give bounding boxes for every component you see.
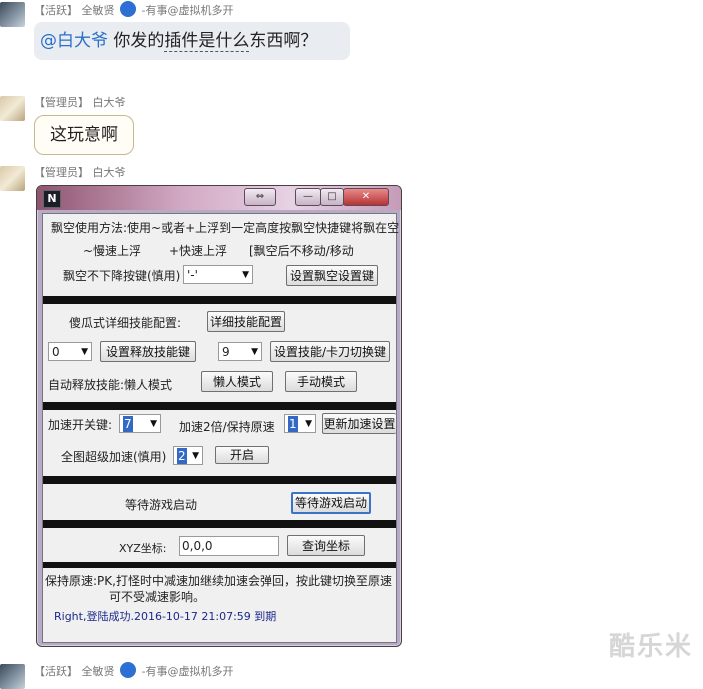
speed-switch-label: 加速开关键:	[48, 418, 113, 432]
close-icon[interactable]: ✕	[343, 188, 389, 206]
divider	[43, 402, 396, 410]
speed-switch-select[interactable]: 7 ▼	[119, 414, 161, 433]
message-text: 你发的	[108, 31, 165, 51]
speed-double-value: 1	[288, 416, 298, 432]
sender-name[interactable]: 白大爷	[93, 166, 126, 179]
divider	[43, 562, 396, 568]
skill-config-title: 傻瓜式详细技能配置:	[69, 316, 182, 330]
sender-name[interactable]: 全敏贤	[82, 665, 115, 678]
set-switch-key-button[interactable]: 设置技能/卡刀切换键	[270, 341, 390, 362]
app-icon: N	[43, 190, 61, 208]
speed-double-select[interactable]: 1 ▼	[284, 414, 316, 433]
chevron-down-icon: ▼	[251, 347, 258, 357]
chevron-down-icon: ▼	[81, 347, 88, 357]
sender-line: 【活跃】 全敏贤 -有事@虚拟机多开	[34, 1, 233, 18]
window-titlebar: N ⇔ — □ ✕	[37, 186, 401, 210]
divider	[43, 476, 396, 484]
restore-icon[interactable]: ⇔	[244, 188, 276, 206]
message-bubble: @白大爷 你发的插件是什么东西啊？	[34, 22, 350, 60]
query-coord-button[interactable]: 查询坐标	[287, 535, 365, 556]
smiley-icon	[120, 662, 136, 678]
release-key-select[interactable]: 0 ▼	[48, 342, 92, 361]
smiley-icon	[120, 1, 136, 17]
window-client: 飘空使用方法:使用~或者+上浮到一定高度按飘空快捷键将飘在空 ~慢速上浮 +快速…	[42, 213, 400, 643]
update-speed-button[interactable]: 更新加速设置	[322, 413, 396, 434]
speed-note-line1: 保持原速:PK,打怪时中减速加继续加速会弹回，按此键切换至原速	[45, 574, 392, 588]
sender-line: 【管理员】 白大爷	[34, 164, 126, 180]
float-hotkey-value: '-'	[187, 268, 198, 282]
start-speed-button[interactable]: 开启	[215, 446, 269, 464]
global-speed-select[interactable]: 2 ▼	[173, 446, 203, 465]
chevron-down-icon: ▼	[242, 270, 249, 280]
detail-skill-config-button[interactable]: 详细技能配置	[207, 311, 285, 332]
divider	[43, 520, 396, 528]
member-tag: 【管理员】	[34, 96, 89, 109]
divider	[43, 296, 396, 304]
wait-game-button[interactable]: 等待游戏启动	[291, 492, 371, 514]
chevron-down-icon: ▼	[305, 419, 312, 429]
sender-name[interactable]: 白大爷	[93, 96, 126, 109]
speed-note-line2: 可不受减速影响。	[109, 590, 206, 604]
float-usage-text: 飘空使用方法:使用~或者+上浮到一定高度按飘空快捷键将飘在空	[51, 221, 400, 235]
manual-mode-button[interactable]: 手动模式	[285, 371, 357, 392]
site-watermark: 酷乐米	[608, 632, 693, 662]
global-speed-label: 全图超级加速(慎用)	[61, 450, 167, 464]
global-speed-value: 2	[177, 448, 187, 464]
auto-release-label: 自动释放技能:懒人模式	[48, 378, 173, 392]
chevron-down-icon: ▼	[192, 451, 199, 461]
message-text-tail: 东西啊？	[249, 31, 318, 51]
sender-line: 【管理员】 白大爷	[34, 94, 126, 110]
avatar[interactable]	[0, 2, 25, 27]
minimize-icon[interactable]: —	[295, 188, 321, 206]
sender-remark: -有事@虚拟机多开	[141, 4, 234, 17]
set-release-key-button[interactable]: 设置释放技能键	[100, 341, 196, 362]
speed-switch-value: 7	[123, 416, 133, 432]
set-float-key-button[interactable]: 设置飘空设置键	[286, 265, 378, 286]
float-hotkey-select[interactable]: '-' ▼	[183, 265, 253, 284]
speed-double-label: 加速2倍/保持原速	[179, 420, 275, 434]
switch-key-value: 9	[222, 345, 230, 359]
xyz-coord-label: XYZ坐标:	[119, 542, 167, 555]
app-window-screenshot[interactable]: N ⇔ — □ ✕ 飘空使用方法:使用~或者+上浮到一定高度按飘空快捷键将飘在空…	[36, 185, 402, 647]
switch-key-select[interactable]: 9 ▼	[218, 342, 262, 361]
xyz-coord-field[interactable]: 0,0,0	[179, 536, 279, 556]
after-float-text: [飘空后不移动/移动	[249, 244, 354, 258]
fast-up-text: +快速上浮	[169, 244, 228, 258]
sender-remark: -有事@虚拟机多开	[141, 665, 234, 678]
login-status-text: Right,登陆成功.2016-10-17 21:07:59 到期	[54, 610, 277, 623]
member-tag: 【管理员】	[34, 166, 89, 179]
float-hotkey-label: 飘空不下降按键(慎用)	[63, 269, 181, 283]
slow-up-text: ~慢速上浮	[83, 244, 142, 258]
release-key-value: 0	[52, 345, 60, 359]
member-tag: 【活跃】	[34, 665, 78, 678]
game-status-label: 等待游戏启动	[125, 498, 198, 512]
chevron-down-icon: ▼	[150, 419, 157, 429]
avatar[interactable]	[0, 664, 25, 689]
message-keyword[interactable]: 插件是什么	[164, 31, 250, 52]
maximize-icon[interactable]: □	[320, 188, 344, 206]
avatar[interactable]	[0, 166, 25, 191]
avatar[interactable]	[0, 96, 25, 121]
mention-link[interactable]: @白大爷	[40, 31, 108, 51]
message-bubble: 这玩意啊	[34, 115, 134, 155]
message-text: 这玩意啊	[50, 125, 118, 145]
member-tag: 【活跃】	[34, 4, 78, 17]
sender-name[interactable]: 全敏贤	[82, 4, 115, 17]
lazy-mode-button[interactable]: 懒人模式	[201, 371, 273, 392]
